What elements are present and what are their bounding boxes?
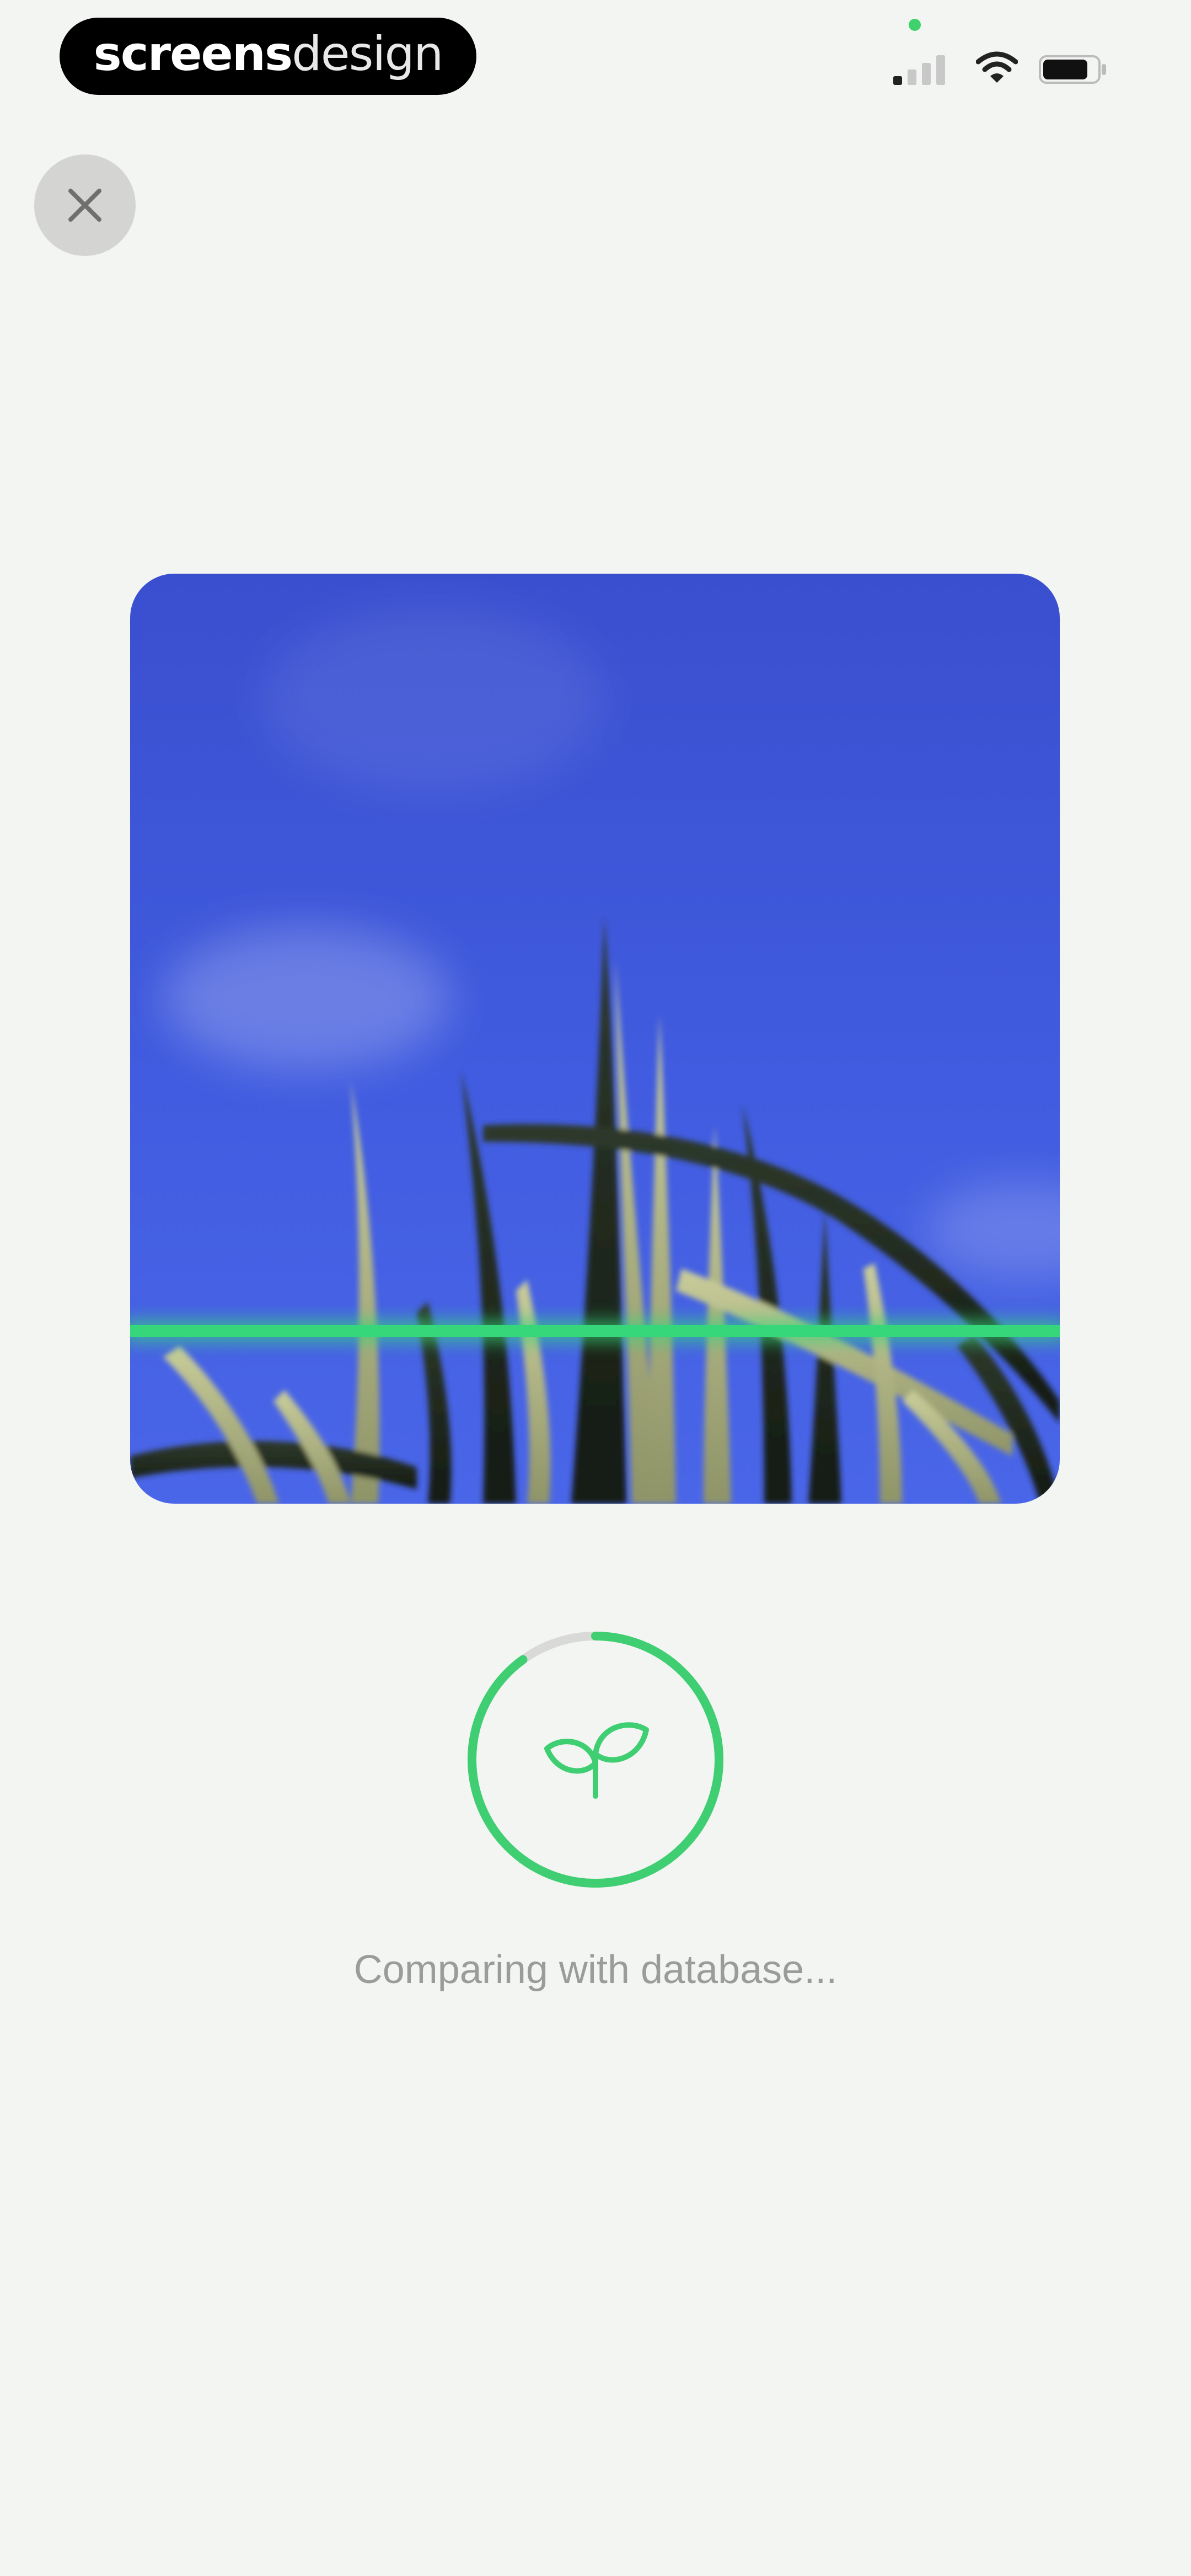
sprout-icon: [544, 1722, 649, 1799]
scanned-plant-photo: [130, 574, 1060, 1504]
grass-image: [130, 916, 1060, 1504]
wifi-icon: [976, 51, 1018, 83]
brand-name-regular: design: [292, 26, 443, 82]
brand-badge: screens design: [60, 18, 476, 95]
privacy-indicator-dot: [909, 19, 921, 31]
battery-icon: [1039, 55, 1106, 84]
scan-line: [130, 1325, 1060, 1337]
brand-name-bold: screens: [93, 26, 293, 82]
signal-icon: [893, 55, 945, 85]
close-button[interactable]: [34, 154, 136, 256]
close-icon: [68, 189, 101, 222]
progress-ring: [468, 1632, 723, 1888]
status-icons: [893, 46, 1125, 90]
status-text: Comparing with database...: [353, 1948, 838, 1992]
status-bar: screens design: [0, 0, 1191, 121]
